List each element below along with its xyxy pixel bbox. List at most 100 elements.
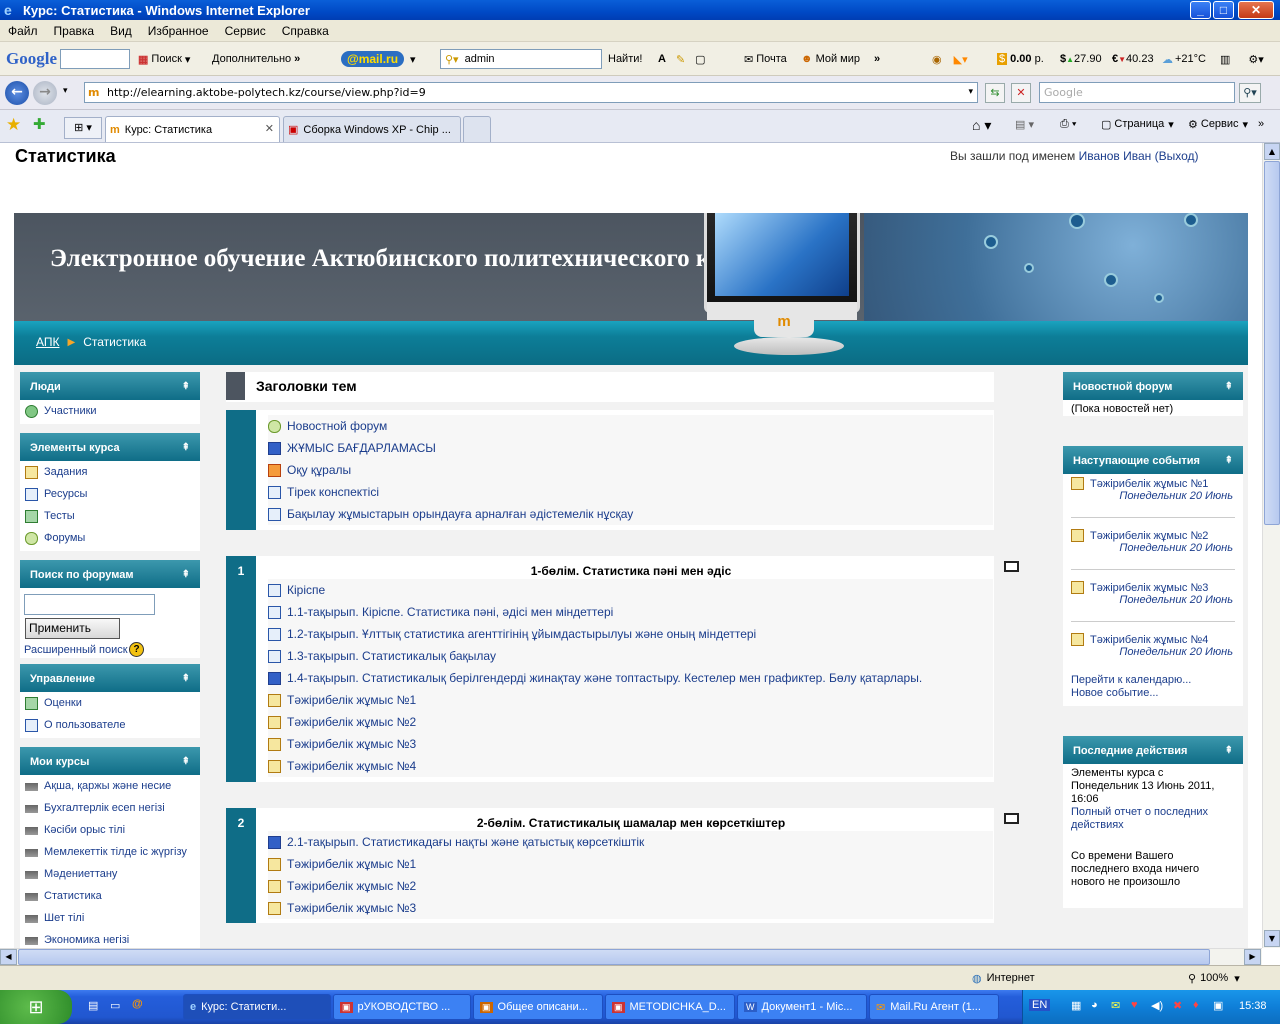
taskbar-item[interactable]: W Документ1 - Mic... — [737, 994, 867, 1020]
menu-view[interactable]: Вид — [102, 24, 140, 38]
recent-activity-block-header[interactable]: Последние действия — [1063, 736, 1243, 766]
tools-menu[interactable]: ⚙ Сервис ▾ — [1188, 118, 1248, 131]
network-icon[interactable]: ▦ — [1071, 999, 1081, 1012]
event-link[interactable]: Тәжірибелік жұмыс №2 — [1071, 529, 1239, 542]
tools-icon[interactable]: ⚙▾ — [1248, 53, 1263, 66]
volume-icon[interactable]: ◀) — [1151, 999, 1163, 1012]
close-button[interactable]: ✕ — [1238, 1, 1274, 19]
taskbar-item[interactable]: ✉ Mail.Ru Агент (1... — [869, 994, 999, 1020]
page-menu[interactable]: ▢ Страница ▾ — [1101, 118, 1174, 131]
rss-icon[interactable]: ◣▾ — [954, 53, 968, 66]
course-link[interactable]: Бухгалтерлік есеп негізі — [20, 797, 200, 819]
section-2-toggle-checkbox[interactable] — [1004, 813, 1019, 824]
desktop-icon[interactable]: ▭ — [110, 999, 120, 1012]
security-zone[interactable]: ◍ Интернет — [972, 972, 1035, 985]
mail-button[interactable]: Почта — [756, 53, 787, 65]
activity-link[interactable]: 1.1-тақырып. Кіріспе. Статистика пәні, ә… — [268, 601, 993, 623]
full-report-link[interactable]: Полный отчет о последних действиях — [1071, 806, 1214, 832]
logout-link[interactable]: (Выход) — [1155, 149, 1199, 163]
activity-link[interactable]: Тәжірибелік жұмыс №2 — [268, 875, 993, 897]
quicklaunch-icon[interactable]: ▤ — [88, 999, 98, 1012]
activity-link[interactable]: 1.2-тақырып. Ұлттық статистика агенттігі… — [268, 623, 993, 645]
vertical-scroll-thumb[interactable] — [1264, 161, 1280, 525]
start-button[interactable]: ⊞ — [0, 990, 72, 1024]
activity-link[interactable]: Тәжірибелік жұмыс №1 — [268, 689, 993, 711]
scroll-left-icon[interactable]: ◀ — [0, 949, 17, 965]
vertical-scrollbar[interactable]: ▲ ▼ — [1262, 143, 1280, 948]
menu-favorites[interactable]: Избранное — [140, 24, 217, 38]
assignments-link[interactable]: Задания — [20, 461, 200, 483]
event-date[interactable]: Понедельник 20 Июнь — [1071, 594, 1239, 606]
activity-link[interactable]: 2.1-тақырып. Статистикадағы нақты және қ… — [268, 831, 993, 853]
section-1-toggle-checkbox[interactable] — [1004, 561, 1019, 572]
mailru-user-field[interactable]: ⚲▾ admin — [440, 49, 602, 69]
activity-link[interactable]: Тәжірибелік жұмыс №4 — [268, 755, 993, 777]
news-block-header[interactable]: Новостной форум — [1063, 372, 1243, 402]
new-tab-button[interactable] — [463, 116, 491, 142]
zoom-control[interactable]: ⚲ 100% ▾ — [1188, 972, 1240, 985]
stop-icon[interactable]: ✕ — [1011, 83, 1031, 103]
forum-search-input[interactable] — [24, 594, 155, 615]
horizontal-scrollbar[interactable]: ◀ ▶ — [0, 948, 1262, 965]
goto-calendar-link[interactable]: Перейти к календарю... — [1071, 674, 1191, 686]
events-block-header[interactable]: Наступающие события — [1063, 446, 1243, 476]
quizzes-link[interactable]: Тесты — [20, 505, 200, 527]
agent-icon[interactable]: ◉ — [932, 53, 942, 66]
tray-icon[interactable]: ▣ — [1213, 999, 1223, 1012]
feeds-icon[interactable]: ▤ ▾ — [1015, 118, 1034, 131]
scroll-down-icon[interactable]: ▼ — [1264, 930, 1280, 947]
highlight-icon[interactable]: ✎ — [676, 53, 685, 66]
taskbar-item[interactable]: ▣ Общее описани... — [473, 994, 603, 1020]
people-block-header[interactable]: Люди — [20, 372, 200, 402]
profile-link[interactable]: О пользователе — [20, 714, 200, 736]
resources-link[interactable]: Ресурсы — [20, 483, 200, 505]
course-link[interactable]: Статистика — [20, 885, 200, 907]
refresh-icon[interactable]: ⇆ — [985, 83, 1005, 103]
event-date[interactable]: Понедельник 20 Июнь — [1071, 646, 1239, 658]
activity-link[interactable]: Бақылау жұмыстарын орындауға арналған әд… — [268, 503, 993, 525]
course-link[interactable]: Кәсіби орыс тілі — [20, 819, 200, 841]
activity-link[interactable]: Тірек конспектісі — [268, 481, 993, 503]
add-favorite-icon[interactable]: ✚ — [33, 115, 46, 133]
forum-search-block-header[interactable]: Поиск по форумам — [20, 560, 200, 590]
user-link[interactable]: Иванов Иван — [1079, 149, 1152, 163]
course-link[interactable]: Шет тілі — [20, 907, 200, 929]
print-icon[interactable]: ⎙ ▾ — [1060, 118, 1076, 131]
myworld-button[interactable]: Мой мир — [816, 53, 860, 65]
search-icon[interactable]: ⚲▾ — [1239, 83, 1261, 103]
tray-icon[interactable]: ✉ — [1111, 999, 1120, 1012]
activity-link[interactable]: Новостной форум — [268, 415, 993, 437]
menu-edit[interactable]: Правка — [46, 24, 103, 38]
tab-course[interactable]: m Курс: Статистика ✕ — [105, 116, 280, 142]
new-event-link[interactable]: Новое событие... — [1071, 687, 1159, 699]
toolbar-search-button[interactable]: Поиск — [151, 53, 181, 65]
horizontal-scroll-thumb[interactable] — [18, 949, 1210, 965]
tray-icon[interactable]: ✖ — [1173, 999, 1182, 1012]
minimize-button[interactable]: _ — [1190, 1, 1211, 19]
page-icon[interactable]: ▢ — [695, 53, 705, 66]
activity-link[interactable]: ЖҰМЫС БАҒДАРЛАМАСЫ — [268, 437, 993, 459]
favorites-star-icon[interactable]: ★ — [6, 115, 21, 135]
activity-link[interactable]: Тәжірибелік жұмыс №3 — [268, 897, 993, 919]
home-icon[interactable]: ⌂ ▾ — [972, 117, 991, 134]
course-link[interactable]: Ақша, қаржы және несие — [20, 775, 200, 797]
advanced-search-link[interactable]: Расширенный поиск — [24, 644, 128, 656]
live-search-input[interactable]: Google — [1039, 82, 1235, 103]
taskbar-item[interactable]: ▣ METODICHKA_D... — [605, 994, 735, 1020]
apply-button[interactable]: Применить — [25, 618, 120, 639]
antivirus-icon[interactable]: ◕ — [1091, 999, 1098, 1011]
event-link[interactable]: Тәжірибелік жұмыс №4 — [1071, 633, 1239, 646]
menu-help[interactable]: Справка — [274, 24, 337, 38]
history-dropdown-icon[interactable]: ▾ — [63, 86, 68, 96]
tray-icon[interactable]: ♥ — [1131, 999, 1138, 1011]
participants-link[interactable]: Участники — [20, 400, 200, 422]
event-link[interactable]: Тәжірибелік жұмыс №1 — [1071, 477, 1239, 490]
activity-link[interactable]: Тәжірибелік жұмыс №2 — [268, 711, 993, 733]
admin-block-header[interactable]: Управление — [20, 664, 200, 694]
taskbar-item[interactable]: e Курс: Статисти... — [183, 994, 331, 1020]
url-dropdown-icon[interactable]: ▾ — [968, 83, 973, 102]
course-link[interactable]: Мемлекеттік тілде іс жүргізу — [20, 841, 200, 863]
forums-link[interactable]: Форумы — [20, 527, 200, 549]
menu-file[interactable]: Файл — [0, 24, 46, 38]
activity-link[interactable]: 1.3-тақырып. Статистикалық бақылау — [268, 645, 993, 667]
